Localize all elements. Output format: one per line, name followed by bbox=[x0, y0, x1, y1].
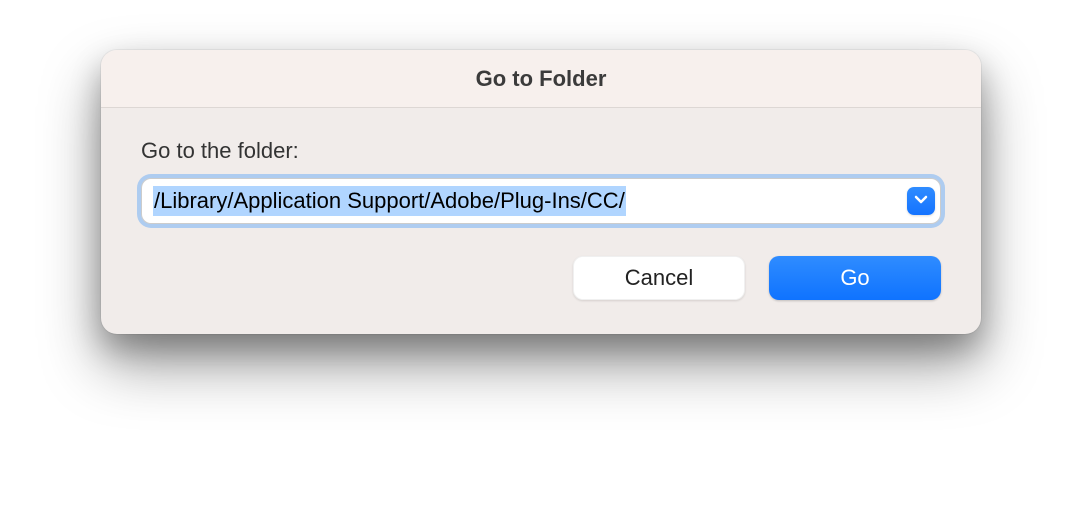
button-row: Cancel Go bbox=[141, 256, 941, 300]
chevron-down-icon bbox=[914, 192, 928, 211]
titlebar: Go to Folder bbox=[101, 50, 981, 108]
path-label: Go to the folder: bbox=[141, 138, 941, 164]
dialog-title: Go to Folder bbox=[476, 66, 607, 92]
cancel-button[interactable]: Cancel bbox=[573, 256, 745, 300]
go-button[interactable]: Go bbox=[769, 256, 941, 300]
path-input[interactable]: /Library/Application Support/Adobe/Plug-… bbox=[153, 186, 626, 216]
path-dropdown-button[interactable] bbox=[907, 187, 935, 215]
go-to-folder-dialog: Go to Folder Go to the folder: /Library/… bbox=[101, 50, 981, 334]
dialog-content: Go to the folder: /Library/Application S… bbox=[101, 108, 981, 334]
path-combobox[interactable]: /Library/Application Support/Adobe/Plug-… bbox=[141, 178, 941, 224]
